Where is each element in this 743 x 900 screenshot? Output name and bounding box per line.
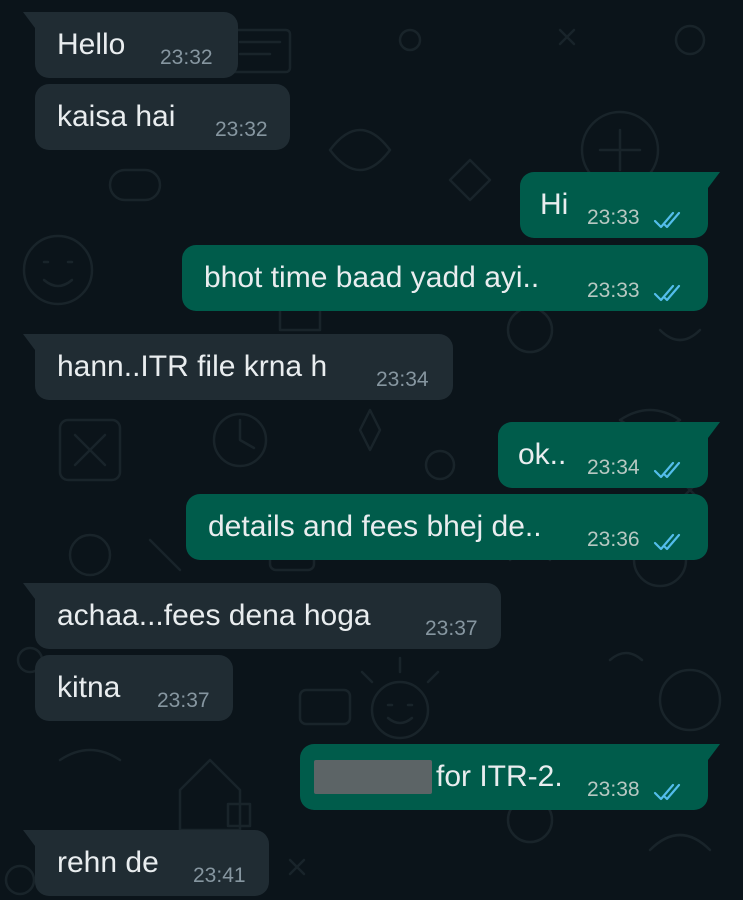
- redacted-amount: [314, 760, 432, 794]
- double-check-icon: [653, 284, 681, 302]
- outgoing-message[interactable]: bhot time baad yadd ayi.. 23:33: [182, 245, 708, 311]
- incoming-message[interactable]: achaa...fees dena hoga 23:37: [23, 583, 501, 649]
- bubble-tail: [708, 172, 720, 188]
- message-timestamp: 23:33: [587, 206, 640, 229]
- message-text: hann..ITR file krna h: [57, 350, 328, 383]
- message-text: achaa...fees dena hoga: [57, 599, 371, 632]
- incoming-message[interactable]: Hello 23:32: [23, 12, 238, 78]
- outgoing-message[interactable]: for ITR-2. 23:38: [300, 744, 720, 810]
- message-timestamp: 23:34: [376, 368, 429, 391]
- message-text: for ITR-2.: [436, 760, 563, 793]
- outgoing-message[interactable]: ok.. 23:34: [498, 422, 720, 488]
- bubble-tail: [708, 422, 720, 438]
- message-timestamp: 23:36: [587, 528, 640, 551]
- double-check-icon: [653, 211, 681, 229]
- message-text: ok..: [518, 438, 567, 471]
- message-text: rehn de: [57, 846, 159, 879]
- message-timestamp: 23:37: [425, 617, 478, 640]
- message-timestamp: 23:38: [587, 778, 640, 801]
- double-check-icon: [653, 461, 681, 479]
- outgoing-message[interactable]: details and fees bhej de.. 23:36: [186, 494, 708, 560]
- message-timestamp: 23:32: [215, 118, 268, 141]
- bubble-tail: [23, 334, 35, 350]
- double-check-icon: [653, 533, 681, 551]
- incoming-message[interactable]: kaisa hai 23:32: [35, 84, 290, 150]
- incoming-message[interactable]: kitna 23:37: [35, 655, 233, 721]
- message-timestamp: 23:33: [587, 279, 640, 302]
- message-timestamp: 23:41: [193, 864, 246, 887]
- bubble-tail: [708, 744, 720, 760]
- message-timestamp: 23:37: [157, 689, 210, 712]
- bubble-tail: [23, 583, 35, 599]
- bubble-tail: [23, 12, 35, 28]
- message-text: details and fees bhej de..: [208, 510, 542, 543]
- incoming-message[interactable]: hann..ITR file krna h 23:34: [23, 334, 453, 400]
- message-text: bhot time baad yadd ayi..: [204, 261, 540, 294]
- chat-message-list[interactable]: Hello 23:32 kaisa hai 23:32 Hi 23:33 bho…: [0, 0, 743, 900]
- message-text: kitna: [57, 671, 121, 704]
- message-timestamp: 23:32: [160, 46, 213, 69]
- message-text: kaisa hai: [57, 100, 176, 133]
- message-text: Hello: [57, 28, 126, 61]
- message-timestamp: 23:34: [587, 456, 640, 479]
- outgoing-message[interactable]: Hi 23:33: [520, 172, 720, 238]
- double-check-icon: [653, 783, 681, 801]
- message-text: Hi: [540, 188, 569, 221]
- incoming-message[interactable]: rehn de 23:41: [23, 830, 269, 896]
- bubble-tail: [23, 830, 35, 846]
